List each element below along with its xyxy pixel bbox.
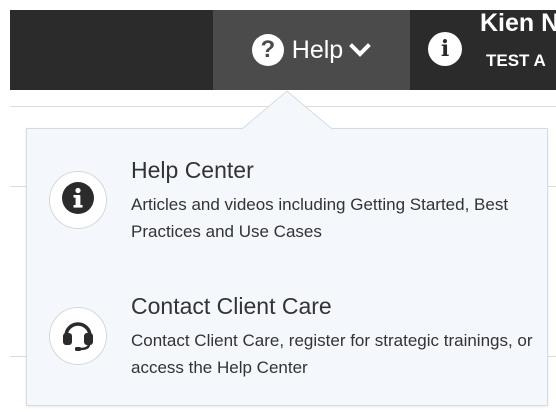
user-name[interactable]: Kien N [480, 9, 556, 38]
help-center-description: Articles and videos including Getting St… [131, 195, 509, 241]
headset-icon [60, 316, 96, 357]
app-window: ? Help i Kien N TEST A Help Center Artic… [0, 0, 556, 412]
help-center-icon-badge [49, 171, 107, 229]
help-center-title: Help Center [131, 157, 254, 183]
help-center-item[interactable]: Help Center Articles and videos includin… [27, 147, 547, 277]
contact-client-care-description: Contact Client Care, register for strate… [131, 331, 533, 377]
help-dropdown-menu: Help Center Articles and videos includin… [26, 128, 548, 406]
info-circle-icon [61, 181, 95, 220]
help-label: Help [291, 35, 344, 64]
contact-client-care-item[interactable]: Contact Client Care Contact Client Care,… [27, 285, 547, 412]
help-menu-button[interactable]: ? Help [213, 10, 410, 90]
info-circle-icon[interactable]: i [428, 32, 462, 66]
chevron-down-icon [349, 42, 372, 58]
contact-client-care-icon-badge [49, 307, 107, 365]
user-account-label: TEST A [486, 51, 546, 70]
contact-client-care-title: Contact Client Care [131, 293, 332, 319]
question-circle-icon: ? [251, 34, 284, 66]
top-navigation-bar: ? Help i Kien N TEST A [10, 9, 556, 90]
